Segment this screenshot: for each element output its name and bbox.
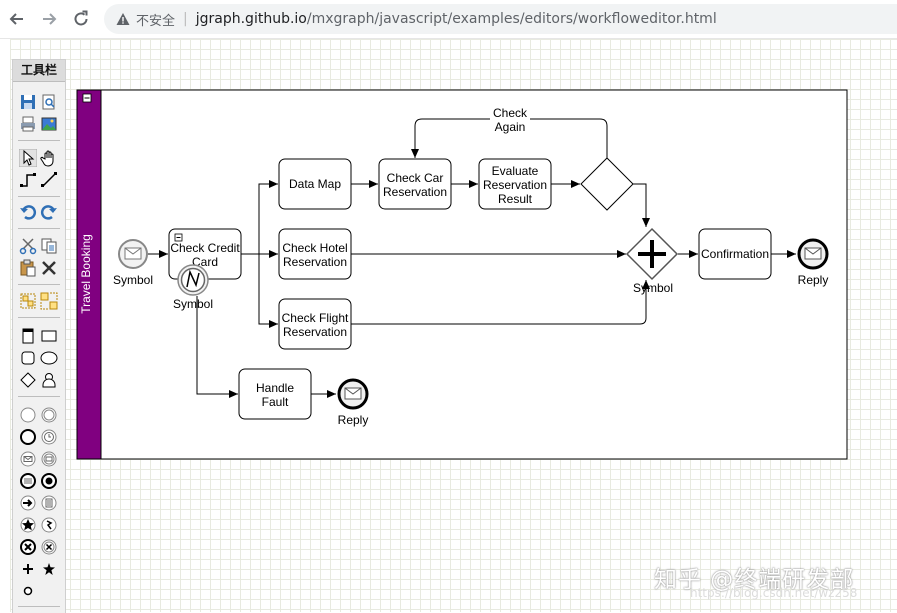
check-again-label-2: Again [495, 120, 526, 134]
fault-reply-end-event[interactable] [337, 378, 369, 410]
handle-fault-line-1: Handle [256, 381, 294, 395]
pool-label: Travel Booking [79, 234, 93, 314]
fault-reply-label: Reply [338, 413, 369, 427]
boundary-link-event[interactable] [177, 264, 209, 296]
check-car-line-2: Reservation [383, 185, 447, 199]
evaluate-line-1: Evaluate [492, 164, 539, 178]
evaluate-line-3: Result [498, 192, 533, 206]
data-map-label: Data Map [289, 177, 341, 191]
confirmation-label: Confirmation [701, 247, 769, 261]
reply-end-event[interactable] [797, 238, 829, 270]
parallel-gateway-label: Symbol [633, 281, 673, 295]
boundary-event-label: Symbol [173, 297, 213, 311]
check-flight-line-2: Reservation [283, 325, 347, 339]
check-credit-card-line-1: Check Credit [170, 241, 240, 255]
watermark-url: https://blog.csdn.net/wz258 [690, 586, 858, 600]
reply-end-label: Reply [798, 273, 829, 287]
check-car-line-1: Check Car [387, 171, 444, 185]
check-hotel-line-1: Check Hotel [282, 241, 347, 255]
evaluate-line-2: Reservation [483, 178, 547, 192]
start-event-label: Symbol [113, 273, 153, 287]
handle-fault-line-2: Fault [262, 395, 289, 409]
workflow-diagram[interactable]: Travel Booking Check Again Symbol Check … [0, 0, 897, 612]
check-hotel-line-2: Reservation [283, 255, 347, 269]
check-again-label-1: Check [493, 106, 528, 120]
check-flight-line-1: Check Flight [282, 311, 349, 325]
start-message-event[interactable] [118, 239, 148, 269]
